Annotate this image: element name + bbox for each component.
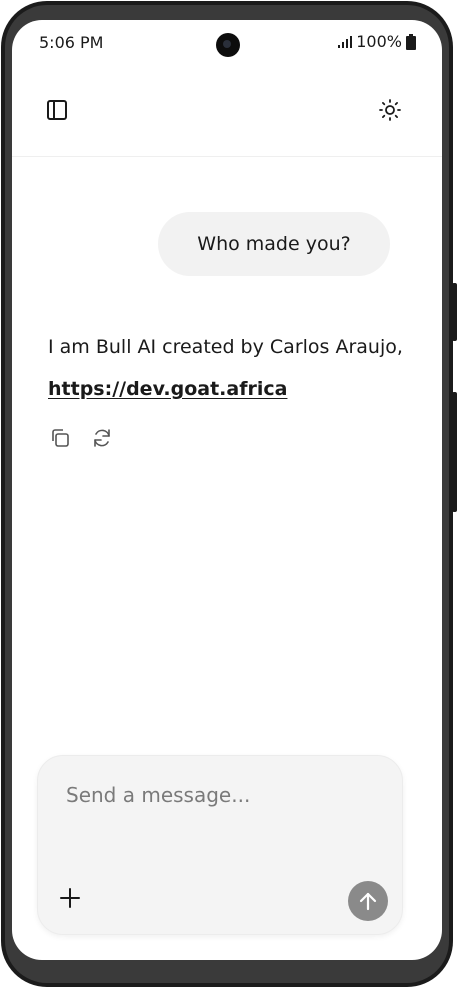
app-header: [12, 84, 442, 157]
user-message-text: Who made you?: [197, 233, 351, 255]
message-composer: [37, 755, 403, 935]
sidebar-toggle-icon: [47, 100, 67, 120]
phone-screen: 5:06 PM 100% Who made you? I am Bull AI …: [12, 20, 442, 960]
regenerate-button[interactable]: [90, 426, 114, 450]
front-camera: [216, 33, 240, 57]
regenerate-icon: [94, 429, 110, 447]
sun-icon: [379, 99, 401, 121]
battery-percentage: 100%: [356, 32, 402, 51]
sidebar-toggle-button[interactable]: [39, 92, 75, 128]
copy-icon: [52, 429, 69, 447]
signal-icon: [338, 35, 353, 48]
copy-button[interactable]: [48, 426, 72, 450]
send-button[interactable]: [348, 881, 388, 921]
user-message-bubble: Who made you?: [158, 212, 390, 276]
message-actions: [48, 426, 114, 450]
power-button: [452, 392, 457, 512]
device-frame: 5:06 PM 100% Who made you? I am Bull AI …: [0, 0, 457, 993]
assistant-message-text: I am Bull AI created by Carlos Araujo,: [48, 336, 403, 358]
battery-icon: [406, 33, 416, 50]
add-attachment-button[interactable]: [58, 886, 82, 910]
status-time: 5:06 PM: [39, 33, 104, 52]
assistant-message-link[interactable]: https://dev.goat.africa: [48, 378, 287, 400]
plus-icon: [60, 888, 80, 908]
status-bar: 5:06 PM 100%: [12, 20, 442, 64]
status-indicators: 100%: [338, 32, 416, 51]
volume-button: [452, 283, 457, 341]
theme-toggle-button[interactable]: [372, 92, 408, 128]
arrow-up-icon: [359, 892, 377, 911]
message-input[interactable]: [64, 778, 368, 812]
assistant-message: I am Bull AI created by Carlos Araujo, h…: [48, 326, 408, 410]
